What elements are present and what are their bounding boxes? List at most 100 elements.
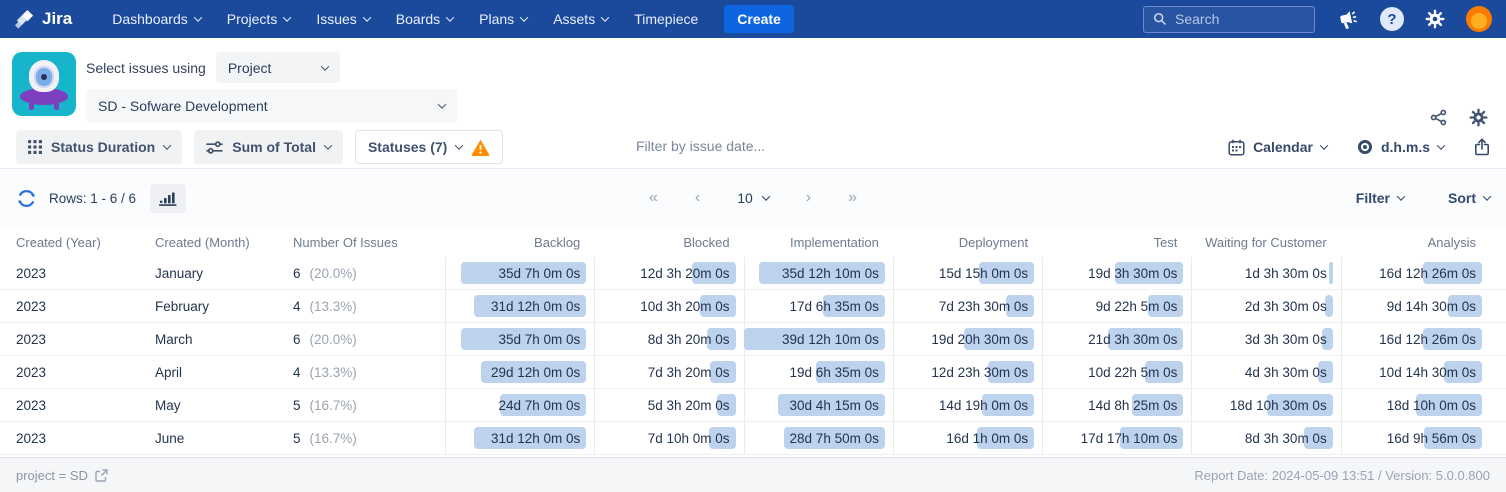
sort-menu[interactable]: Sort [1448, 190, 1492, 206]
cell-duration: 9d 14h 30m 0s [1340, 290, 1490, 322]
nav-item-issues[interactable]: Issues [316, 11, 372, 27]
report-type-button[interactable]: Status Duration [16, 130, 183, 164]
duration-bar [1328, 262, 1333, 284]
refresh-icon[interactable] [16, 188, 37, 209]
duration-text: 18d 10h 0m 0s [1386, 397, 1476, 413]
report-toolbar: Status Duration Sum of Total Statuses (7… [0, 126, 1506, 169]
issue-date-filter-input[interactable] [636, 138, 826, 154]
cell-duration: 28d 7h 50m 0s [743, 422, 893, 454]
duration-text: 8d 3h 30m 0s [1244, 430, 1327, 446]
chevron-down-icon [1436, 141, 1446, 150]
duration-text: 18d 10h 30m 0s [1229, 397, 1327, 413]
jql-query-link[interactable]: project = SD [16, 468, 108, 483]
first-page-button[interactable]: « [649, 189, 658, 207]
external-link-icon [95, 468, 108, 482]
sliders-icon [206, 140, 224, 154]
cell-duration: 3d 3h 30m 0s [1191, 323, 1340, 355]
cell-duration: 5d 3h 20m 0s [594, 389, 743, 421]
table-body: 2023 January 6 (20.0%) 35d 7h 0m 0s 12d 3h 20… [0, 257, 1506, 455]
filter-menu[interactable]: Filter [1355, 190, 1406, 206]
duration-text: 39d 12h 10m 0s [782, 331, 879, 347]
jira-logo[interactable]: Jira [14, 9, 72, 30]
issue-date-filter[interactable] [636, 138, 826, 156]
cell-duration: 9d 22h 5m 0s [1042, 290, 1191, 322]
issue-source-value: Project [227, 59, 272, 76]
issue-source-select[interactable]: Project [215, 52, 340, 83]
cell-year: 2023 [16, 397, 47, 413]
issue-count-value: 6 [293, 265, 301, 281]
project-select[interactable]: SD - Sofware Development [86, 89, 457, 123]
duration-text: 17d 6h 35m 0s [789, 298, 879, 314]
cell-month: February [155, 298, 210, 314]
nav-item-assets[interactable]: Assets [553, 11, 610, 27]
nav-item-timepiece[interactable]: Timepiece [634, 11, 698, 27]
avatar[interactable] [1466, 6, 1492, 32]
next-page-button[interactable]: › [806, 189, 811, 207]
cell-duration: 12d 3h 20m 0s [594, 257, 743, 289]
cell-year: 2023 [16, 364, 47, 380]
create-button[interactable]: Create [724, 5, 794, 33]
share-icon[interactable] [1430, 109, 1447, 126]
cell-duration: 31d 12h 0m 0s [445, 422, 594, 454]
duration-text: 21d 3h 30m 0s [1088, 331, 1178, 347]
cell-duration: 1d 3h 30m 0s [1191, 257, 1340, 289]
cell-year: 2023 [16, 298, 47, 314]
cell-duration: 10d 3h 20m 0s [594, 290, 743, 322]
announcements-icon[interactable] [1336, 9, 1359, 30]
calendar-selector[interactable]: Calendar [1228, 139, 1329, 156]
report-info: Report Date: 2024-05-09 13:51 / Version:… [1194, 467, 1490, 483]
nav-menu: Dashboards Projects Issues Boards Plans Asset… [112, 11, 698, 27]
previous-page-button[interactable]: ‹ [695, 189, 700, 207]
chart-view-button[interactable] [150, 183, 187, 213]
cell-duration: 19d 20h 30m 0s [892, 323, 1042, 355]
chevron-down-icon [445, 13, 455, 22]
cell-duration: 14d 19h 0m 0s [892, 389, 1042, 421]
cell-duration: 35d 7h 0m 0s [445, 257, 594, 289]
nav-item-label: Assets [553, 11, 596, 27]
cell-duration: 12d 23h 30m 0s [892, 356, 1042, 388]
duration-text: 7d 10h 0m 0s [647, 430, 730, 446]
column-header: Blocked [683, 234, 730, 250]
duration-text: 10d 22h 5m 0s [1088, 364, 1178, 380]
cell-duration: 17d 17h 10m 0s [1042, 422, 1191, 454]
settings-icon[interactable] [1425, 9, 1445, 29]
nav-item-dashboards[interactable]: Dashboards [112, 11, 202, 27]
issue-count-value: 4 [293, 364, 301, 380]
cell-duration: 10d 14h 30m 0s [1340, 356, 1490, 388]
nav-search[interactable] [1143, 5, 1315, 33]
duration-text: 19d 3h 30m 0s [1088, 265, 1178, 281]
duration-text: 16d 9h 56m 0s [1386, 430, 1476, 446]
duration-text: 12d 23h 30m 0s [931, 364, 1029, 380]
page-size-select[interactable]: 10 [737, 190, 771, 206]
chevron-down-icon [1319, 141, 1329, 150]
help-icon[interactable]: ? [1380, 7, 1404, 31]
duration-text: 31d 12h 0m 0s [490, 298, 581, 314]
duration-text: 7d 3h 20m 0s [647, 364, 730, 380]
cell-duration: 24d 7h 0m 0s [445, 389, 594, 421]
column-header: Test [1153, 234, 1178, 250]
nav-item-plans[interactable]: Plans [479, 11, 529, 27]
cell-duration: 17d 6h 35m 0s [743, 290, 893, 322]
nav-item-projects[interactable]: Projects [227, 11, 292, 27]
filter-label: Filter [1355, 190, 1390, 206]
column-header: Implementation [789, 234, 879, 250]
last-page-button[interactable]: » [848, 189, 857, 207]
export-icon[interactable] [1474, 138, 1490, 156]
cell-issue-count: 6 (20.0%) [293, 257, 445, 289]
nav-item-label: Plans [479, 11, 515, 27]
duration-text: 35d 12h 10m 0s [782, 265, 879, 281]
statuses-button[interactable]: Statuses (7) [354, 130, 504, 164]
rows-count-label: Rows: 1 - 6 / 6 [49, 190, 137, 206]
cell-duration: 16d 12h 26m 0s [1340, 323, 1490, 355]
sort-label: Sort [1448, 190, 1476, 206]
aggregation-button[interactable]: Sum of Total [194, 130, 343, 164]
jira-logo-icon [14, 9, 34, 29]
table-row: 2023 June 5 (16.7%) 31d 12h 0m 0s 7d 10h 0m 0… [0, 422, 1506, 455]
nav-item-boards[interactable]: Boards [396, 11, 455, 27]
duration-text: 5d 3h 20m 0s [647, 397, 730, 413]
time-format-selector[interactable]: d.h.m.s [1357, 139, 1446, 155]
report-settings-icon[interactable] [1469, 108, 1488, 127]
search-input[interactable] [1175, 11, 1295, 27]
duration-text: 1d 3h 30m 0s [1244, 265, 1327, 281]
duration-text: 16d 12h 26m 0s [1379, 331, 1476, 347]
